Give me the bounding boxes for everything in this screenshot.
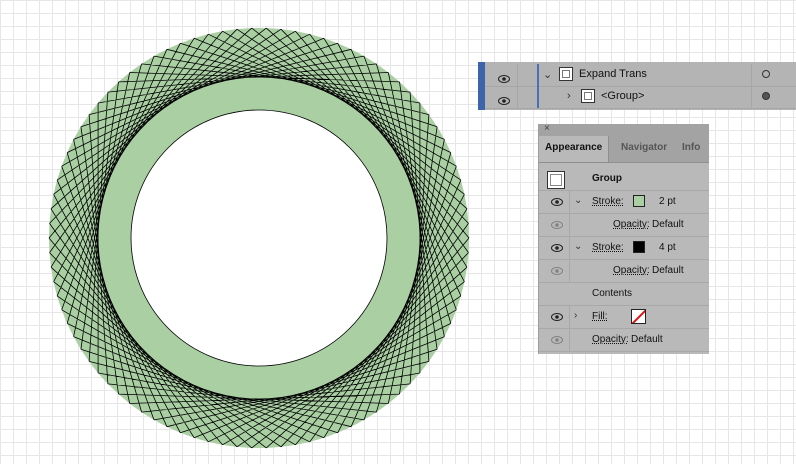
ring-inner-hole bbox=[130, 109, 388, 367]
target-circle-filled-icon[interactable] bbox=[762, 92, 770, 100]
close-icon[interactable]: × bbox=[544, 124, 550, 134]
opacity-value: Default bbox=[631, 334, 663, 345]
stroke-row-1[interactable]: ⌄ Stroke: 2 pt bbox=[539, 191, 709, 214]
stroke-color-swatch[interactable] bbox=[633, 195, 645, 207]
layer-selection-bar bbox=[478, 62, 485, 110]
group-label: Group bbox=[592, 173, 622, 184]
opacity-value: Default bbox=[652, 265, 684, 276]
eye-column-divider bbox=[569, 191, 570, 237]
stroke-label[interactable]: Stroke: bbox=[592, 242, 624, 253]
contents-label: Contents bbox=[592, 288, 633, 299]
opacity-row-1[interactable]: Opacity: Default bbox=[539, 214, 709, 237]
visibility-eye-icon[interactable] bbox=[551, 267, 563, 278]
layer-color-bar bbox=[537, 64, 539, 86]
appearance-panel: × Appearance Navigator Info Group ⌄ Stro… bbox=[538, 124, 709, 354]
panel-tabs: Appearance Navigator Info bbox=[539, 136, 709, 163]
layer-target-divider bbox=[751, 64, 752, 86]
no-fill-swatch-icon[interactable] bbox=[631, 309, 646, 324]
chevron-down-icon[interactable]: ⌄ bbox=[543, 68, 552, 81]
chevron-right-icon[interactable]: › bbox=[574, 310, 577, 321]
fill-row[interactable]: › Fill: bbox=[539, 306, 709, 329]
layer-row-expand-trans[interactable]: ⌄ Expand Trans bbox=[485, 64, 796, 87]
target-circle-icon[interactable] bbox=[762, 70, 770, 78]
layer-row-group[interactable]: › <Group> bbox=[485, 86, 796, 109]
appearance-group-row[interactable]: Group bbox=[539, 168, 709, 191]
opacity-row-3[interactable]: Opacity: Default bbox=[539, 329, 709, 352]
visibility-eye-icon[interactable] bbox=[551, 244, 563, 255]
layer-thumbnail bbox=[559, 67, 573, 81]
opacity-label[interactable]: Opacity: bbox=[613, 265, 650, 276]
group-thumbnail bbox=[547, 171, 565, 189]
stroke-label[interactable]: Stroke: bbox=[592, 196, 624, 207]
opacity-label[interactable]: Opacity: bbox=[613, 219, 650, 230]
layer-name[interactable]: <Group> bbox=[601, 90, 644, 102]
eye-column-divider bbox=[569, 237, 570, 283]
ring-lattice bbox=[48, 27, 470, 449]
layers-panel: ⌄ Expand Trans › <Group> bbox=[478, 62, 796, 110]
opacity-row-2[interactable]: Opacity: Default bbox=[539, 260, 709, 283]
chevron-down-icon[interactable]: ⌄ bbox=[574, 241, 582, 252]
visibility-eye-icon[interactable] bbox=[551, 313, 563, 324]
layer-thumbnail bbox=[581, 89, 595, 103]
visibility-eye-icon[interactable] bbox=[551, 336, 563, 347]
fill-label[interactable]: Fill: bbox=[592, 311, 608, 322]
tab-info[interactable]: Info bbox=[676, 136, 706, 162]
opacity-label[interactable]: Opacity: bbox=[592, 334, 629, 345]
tab-navigator[interactable]: Navigator bbox=[615, 136, 673, 162]
visibility-eye-icon[interactable] bbox=[551, 221, 563, 232]
opacity-value: Default bbox=[652, 219, 684, 230]
stroke-weight[interactable]: 4 pt bbox=[659, 242, 676, 253]
stroke-weight[interactable]: 2 pt bbox=[659, 196, 676, 207]
tab-appearance[interactable]: Appearance bbox=[539, 136, 610, 162]
visibility-eye-icon[interactable] bbox=[551, 198, 563, 209]
panel-title-bar[interactable]: × bbox=[539, 124, 709, 136]
visibility-eye-icon[interactable] bbox=[498, 92, 510, 110]
chevron-right-icon[interactable]: › bbox=[567, 90, 571, 102]
layer-target-divider bbox=[751, 86, 752, 108]
contents-row[interactable]: Contents bbox=[539, 283, 709, 306]
stroke-row-2[interactable]: ⌄ Stroke: 4 pt bbox=[539, 237, 709, 260]
layer-name[interactable]: Expand Trans bbox=[579, 68, 647, 80]
chevron-down-icon[interactable]: ⌄ bbox=[574, 195, 582, 206]
stroke-color-swatch[interactable] bbox=[633, 241, 645, 253]
layer-color-bar bbox=[537, 86, 539, 108]
layer-divider bbox=[517, 64, 518, 86]
eye-column-divider bbox=[569, 306, 570, 352]
layer-divider bbox=[517, 86, 518, 108]
